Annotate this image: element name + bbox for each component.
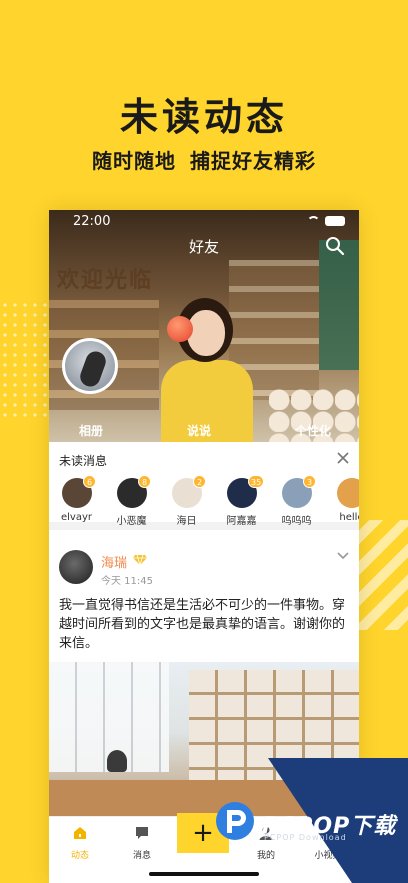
friend-name: 小恶魔 xyxy=(116,516,147,527)
hero-subtitle-left: 随时随地 xyxy=(92,149,176,173)
message-icon xyxy=(136,827,148,839)
close-icon[interactable] xyxy=(337,452,349,464)
hero-subtitle-right: 捕捉好友精彩 xyxy=(190,149,316,173)
unread-badge: 35 xyxy=(248,475,265,488)
tab-me-label: 我的 xyxy=(256,851,275,861)
home-icon xyxy=(74,827,86,839)
unread-badge: 2 xyxy=(193,475,206,488)
tab-album[interactable]: 相册 xyxy=(79,422,103,439)
unread-title: 未读消息 xyxy=(59,454,108,468)
wifi-icon xyxy=(307,216,320,226)
friend-item[interactable]: hello xyxy=(324,478,359,527)
friend-item[interactable]: 2 海日 xyxy=(159,475,214,527)
status-icons xyxy=(307,216,345,226)
friend-item[interactable]: 8 小恶魔 xyxy=(104,475,159,527)
post-text: 我一直觉得书信还是生活必不可少的一件事物。穿越时间所看到的文字也是最真挚的语言。… xyxy=(59,598,346,651)
pcpop-logo-icon xyxy=(216,802,254,840)
hero-title: 未读动态 xyxy=(119,95,288,139)
battery-icon xyxy=(325,216,345,226)
post-author-name[interactable]: 海瑞 xyxy=(101,552,127,571)
tab-messages-label: 消息 xyxy=(132,851,151,861)
post-time: 今天 11:45 xyxy=(101,576,153,587)
post-author-avatar[interactable] xyxy=(59,550,93,584)
friend-name: elvayr xyxy=(60,512,92,523)
tab-personalize[interactable]: 个性化 xyxy=(295,422,331,439)
status-time: 22:00 xyxy=(73,214,111,229)
friend-avatar xyxy=(336,478,359,508)
unread-badge: 3 xyxy=(303,475,316,488)
friend-item[interactable]: 6 elvayr xyxy=(49,475,104,527)
user-avatar[interactable] xyxy=(62,338,118,394)
page-title: 好友 xyxy=(188,238,219,256)
unread-messages-panel: 未读消息 6 elvayr 8 小恶魔 2 海日 35 阿嘉嘉 3 呜呜呜 he… xyxy=(49,442,359,530)
decorative-dots xyxy=(0,300,48,420)
unread-badge: 8 xyxy=(138,475,151,488)
watermark-sub: PCPOP Download xyxy=(264,833,347,842)
chevron-down-icon[interactable] xyxy=(337,552,349,560)
tab-feed[interactable]: 动态 xyxy=(49,817,111,883)
friend-name: 呜呜呜 xyxy=(281,516,312,527)
friend-item[interactable]: 35 阿嘉嘉 xyxy=(214,475,269,527)
header-photo: 欢迎光临 22:00 好友 相册 说说 个性化 xyxy=(49,210,359,442)
unread-badge: 6 xyxy=(83,475,96,488)
search-icon[interactable] xyxy=(325,236,345,256)
friend-list: 6 elvayr 8 小恶魔 2 海日 35 阿嘉嘉 3 呜呜呜 hell xyxy=(49,475,359,527)
home-indicator xyxy=(149,872,259,876)
tab-posts[interactable]: 说说 xyxy=(187,422,211,439)
hero-subtitle: 随时随地 捕捉好友精彩 xyxy=(0,145,408,174)
tab-feed-label: 动态 xyxy=(70,851,89,861)
friend-name: 阿嘉嘉 xyxy=(226,516,257,527)
profile-tabs: 相册 说说 个性化 xyxy=(49,422,359,439)
friend-name: hello xyxy=(339,512,359,523)
friend-name: 海日 xyxy=(176,516,197,527)
friend-item[interactable]: 3 呜呜呜 xyxy=(269,475,324,527)
store-sign: 欢迎光临 xyxy=(57,268,154,293)
vip-diamond-icon xyxy=(133,554,147,566)
